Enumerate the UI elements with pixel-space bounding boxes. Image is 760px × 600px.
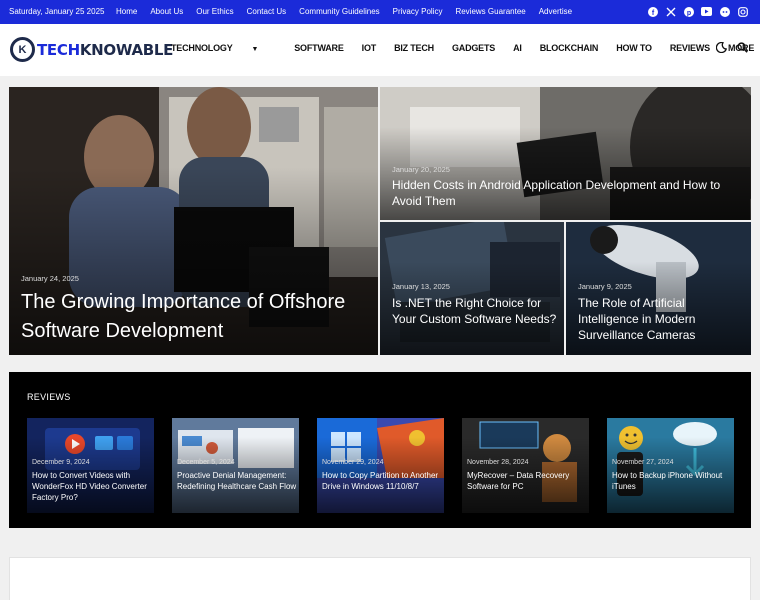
site-header: K TECHKNOWABLE TECHNOLOGY ▼ SOFTWARE IOT …: [0, 24, 760, 76]
nav-biz-tech[interactable]: BIZ TECH: [394, 43, 434, 53]
logo-mark-icon: K: [10, 37, 35, 62]
top-links: Home About Us Our Ethics Contact Us Comm…: [116, 7, 585, 16]
hero-main-title[interactable]: The Growing Importance of Offshore Softw…: [21, 288, 371, 346]
top-link-privacy[interactable]: Privacy Policy: [393, 7, 443, 16]
hero-dotnet-title[interactable]: Is .NET the Right Choice for Your Custom…: [392, 295, 560, 327]
dark-mode-icon[interactable]: [715, 41, 728, 56]
main-nav: TECHNOLOGY ▼ SOFTWARE IOT BIZ TECH GADGET…: [171, 43, 760, 53]
review-title[interactable]: MyRecover – Data Recovery Software for P…: [467, 470, 587, 492]
reddit-icon[interactable]: [719, 6, 730, 17]
review-card[interactable]: December 5, 2024 Proactive Denial Manage…: [172, 418, 299, 513]
x-icon[interactable]: [665, 6, 676, 17]
hero-dotnet-date: January 13, 2025: [392, 282, 450, 291]
review-date: December 9, 2024: [32, 459, 90, 466]
header-icons: [715, 41, 748, 56]
hero-main-date: January 24, 2025: [21, 274, 79, 283]
review-date: November 27, 2024: [612, 459, 674, 466]
top-link-about[interactable]: About Us: [150, 7, 183, 16]
logo-text-knowable: KNOWABLE: [79, 40, 174, 59]
site-logo[interactable]: K TECHKNOWABLE: [10, 37, 173, 62]
current-date: Saturday, January 25 2025: [9, 7, 105, 16]
hero-post-android[interactable]: January 20, 2025 Hidden Costs in Android…: [380, 87, 751, 220]
top-link-contact[interactable]: Contact Us: [247, 7, 287, 16]
reviews-heading[interactable]: REVIEWS: [27, 392, 71, 402]
review-title[interactable]: How to Backup iPhone Without iTunes: [612, 470, 732, 492]
hero-post-ai-cameras[interactable]: January 9, 2025 The Role of Artificial I…: [566, 222, 751, 355]
nav-how-to[interactable]: HOW TO: [616, 43, 652, 53]
top-bar: Saturday, January 25 2025 Home About Us …: [0, 0, 760, 24]
social-links: f p: [647, 6, 748, 17]
top-link-guidelines[interactable]: Community Guidelines: [299, 7, 379, 16]
pinterest-icon[interactable]: p: [683, 6, 694, 17]
nav-ai[interactable]: AI: [513, 43, 522, 53]
review-card[interactable]: December 9, 2024 How to Convert Videos w…: [27, 418, 154, 513]
review-date: December 5, 2024: [177, 459, 235, 466]
nav-blockchain[interactable]: BLOCKCHAIN: [540, 43, 599, 53]
hero-post-dotnet[interactable]: January 13, 2025 Is .NET the Right Choic…: [380, 222, 564, 355]
hero-ai-cameras-title[interactable]: The Role of Artificial Intelligence in M…: [578, 295, 748, 344]
review-date: November 28, 2024: [467, 459, 529, 466]
hero-main-post[interactable]: January 24, 2025 The Growing Importance …: [9, 87, 378, 355]
review-title[interactable]: How to Convert Videos with WonderFox HD …: [32, 470, 152, 504]
nav-technology[interactable]: TECHNOLOGY ▼: [171, 43, 276, 53]
review-title[interactable]: Proactive Denial Management: Redefining …: [177, 470, 297, 492]
search-icon[interactable]: [737, 42, 748, 56]
top-link-home[interactable]: Home: [116, 7, 137, 16]
hero-android-title[interactable]: Hidden Costs in Android Application Deve…: [392, 177, 742, 209]
nav-gadgets[interactable]: GADGETS: [452, 43, 495, 53]
review-title[interactable]: How to Copy Partition to Another Drive i…: [322, 470, 442, 492]
top-link-ethics[interactable]: Our Ethics: [196, 7, 233, 16]
facebook-icon[interactable]: f: [647, 6, 658, 17]
nav-reviews[interactable]: REVIEWS: [670, 43, 710, 53]
review-date: November 29, 2024: [322, 459, 384, 466]
instagram-icon[interactable]: [737, 6, 748, 17]
nav-iot[interactable]: IOT: [362, 43, 377, 53]
review-card[interactable]: November 29, 2024 How to Copy Partition …: [317, 418, 444, 513]
top-link-advertise[interactable]: Advertise: [539, 7, 572, 16]
review-card[interactable]: November 27, 2024 How to Backup iPhone W…: [607, 418, 734, 513]
svg-text:p: p: [686, 10, 690, 17]
content-card: [9, 557, 751, 600]
reviews-section: REVIEWS December 9, 2024 How to Convert …: [9, 372, 751, 528]
hero-android-date: January 20, 2025: [392, 165, 450, 174]
chevron-down-icon: ▼: [251, 46, 259, 53]
logo-text-tech: TECH: [37, 40, 80, 59]
top-link-reviews-guarantee[interactable]: Reviews Guarantee: [455, 7, 525, 16]
review-card[interactable]: November 28, 2024 MyRecover – Data Recov…: [462, 418, 589, 513]
nav-software[interactable]: SOFTWARE: [294, 43, 344, 53]
hero-ai-cameras-date: January 9, 2025: [578, 282, 632, 291]
youtube-icon[interactable]: [701, 6, 712, 17]
